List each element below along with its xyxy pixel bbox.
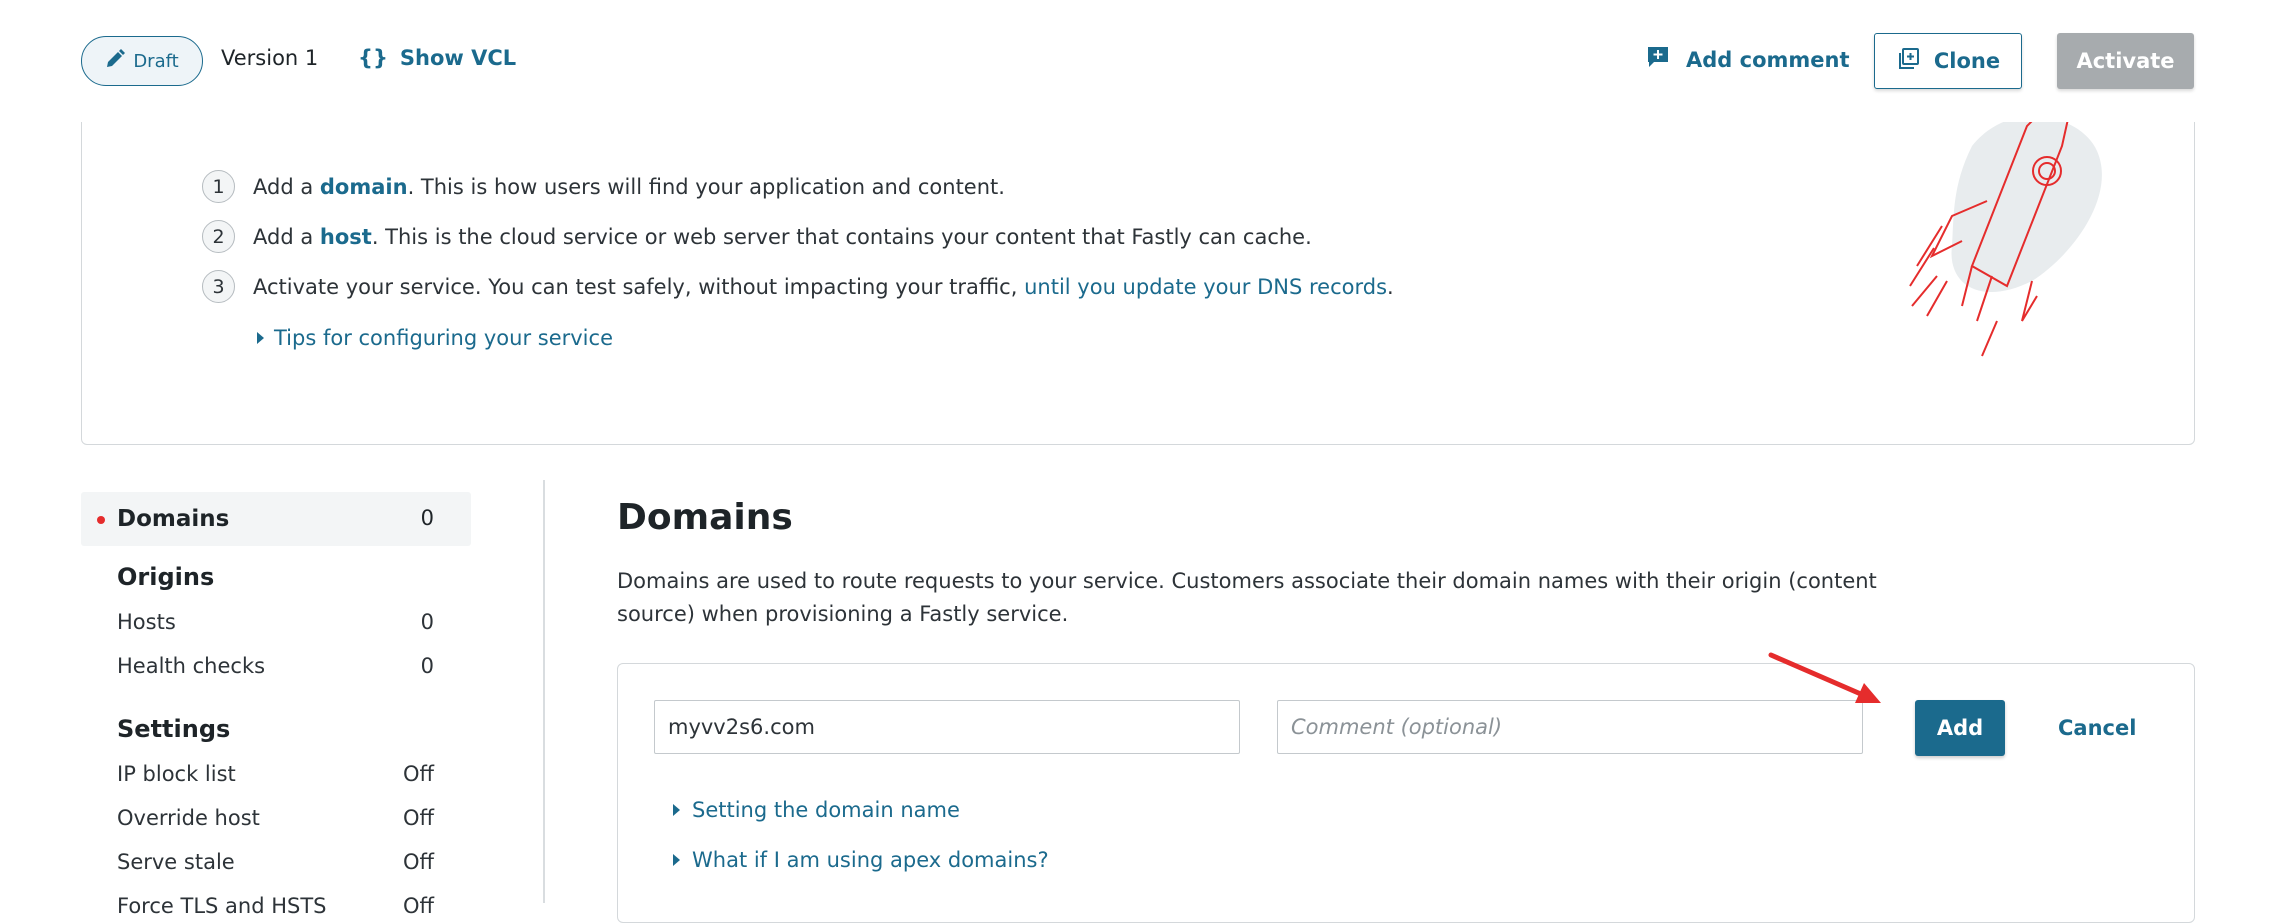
clone-label: Clone (1933, 49, 2001, 73)
rocket-illustration (1909, 106, 2102, 357)
getting-started-card: 1 Add a domain. This is how users will f… (81, 105, 2195, 445)
page-title: Domains (617, 497, 793, 538)
draft-status-badge[interactable]: Draft (81, 36, 203, 86)
step-1: 1 Add a domain. This is how users will f… (202, 170, 1005, 203)
add-domain-form: myvv2s6.com Comment (optional) Add Cance… (617, 663, 2195, 923)
caret-right-icon (673, 854, 680, 866)
nav-item-value: Off (403, 850, 434, 874)
annotation-arrow-icon (1768, 652, 1881, 703)
domain-link[interactable]: domain (320, 175, 408, 199)
step-text: Activate your service. You can test safe… (253, 274, 1394, 299)
nav-item-serve-stale[interactable]: Serve stale Off (117, 850, 434, 874)
nav-item-label: Domains (117, 506, 230, 532)
step-text: Add a host. This is the cloud service or… (253, 224, 1312, 249)
nav-item-count: 0 (420, 506, 434, 530)
cancel-button[interactable]: Cancel (2058, 716, 2136, 740)
nav-item-value: Off (403, 762, 434, 786)
pencil-icon (105, 48, 126, 74)
required-dot-icon (97, 516, 105, 524)
nav-item-label: Serve stale (117, 850, 235, 874)
help-link-label: What if I am using apex domains? (692, 848, 1049, 872)
step-number: 2 (202, 220, 235, 253)
nav-item-value: Off (403, 806, 434, 830)
nav-item-label: Health checks (117, 654, 266, 678)
dns-records-link[interactable]: until you update your DNS records (1024, 275, 1387, 299)
nav-item-hosts[interactable]: Hosts 0 (117, 610, 434, 634)
nav-item-count: 0 (420, 654, 434, 678)
setting-domain-name-link[interactable]: Setting the domain name (673, 798, 960, 822)
step-number: 1 (202, 170, 235, 203)
nav-item-health-checks[interactable]: Health checks 0 (117, 654, 434, 678)
nav-heading-origins: Origins (117, 563, 215, 591)
service-settings-nav: Domains 0 Origins Hosts 0 Health checks … (81, 490, 471, 918)
step-2: 2 Add a host. This is the cloud service … (202, 220, 1312, 253)
nav-item-override-host[interactable]: Override host Off (117, 806, 434, 830)
tips-expander[interactable]: Tips for configuring your service (257, 326, 613, 350)
step-text: Add a domain. This is how users will fin… (253, 174, 1005, 199)
host-link[interactable]: host (320, 225, 372, 249)
page-description: Domains are used to route requests to yo… (617, 569, 1877, 626)
step-3: 3 Activate your service. You can test sa… (202, 270, 1394, 303)
editor-toolbar: Draft Version 1 {} Show VCL Add comment … (0, 0, 2281, 122)
caret-right-icon (673, 804, 680, 816)
nav-divider (543, 480, 545, 903)
draft-label: Draft (133, 50, 179, 72)
nav-item-label: Override host (117, 806, 260, 830)
nav-item-count: 0 (420, 610, 434, 634)
show-vcl-label: Show VCL (399, 46, 517, 70)
apex-domains-link[interactable]: What if I am using apex domains? (673, 848, 1049, 872)
nav-item-label: Hosts (117, 610, 176, 634)
clone-button[interactable]: Clone (1874, 33, 2022, 89)
domain-name-input[interactable]: myvv2s6.com (654, 700, 1240, 754)
tips-label: Tips for configuring your service (274, 326, 613, 350)
help-link-label: Setting the domain name (692, 798, 960, 822)
add-button[interactable]: Add (1915, 700, 2005, 756)
nav-heading-settings: Settings (117, 715, 231, 743)
step-number: 3 (202, 270, 235, 303)
caret-right-icon (257, 332, 264, 344)
nav-item-label: IP block list (117, 762, 236, 786)
nav-item-ip-block-list[interactable]: IP block list Off (117, 762, 434, 786)
activate-button[interactable]: Activate (2057, 33, 2194, 89)
clone-icon (1896, 47, 1920, 76)
comment-add-icon (1646, 45, 1670, 74)
nav-item-domains[interactable]: Domains 0 (117, 506, 434, 532)
show-vcl-link[interactable]: {} Show VCL (358, 46, 516, 70)
nav-item-force-tls[interactable]: Force TLS and HSTS Off (117, 894, 434, 918)
nav-item-value: Off (403, 894, 434, 918)
add-comment-link[interactable]: Add comment (1646, 45, 1850, 74)
nav-item-label: Force TLS and HSTS (117, 894, 327, 918)
braces-icon: {} (358, 46, 388, 70)
version-label: Version 1 (221, 46, 319, 70)
add-comment-label: Add comment (1686, 47, 1850, 72)
